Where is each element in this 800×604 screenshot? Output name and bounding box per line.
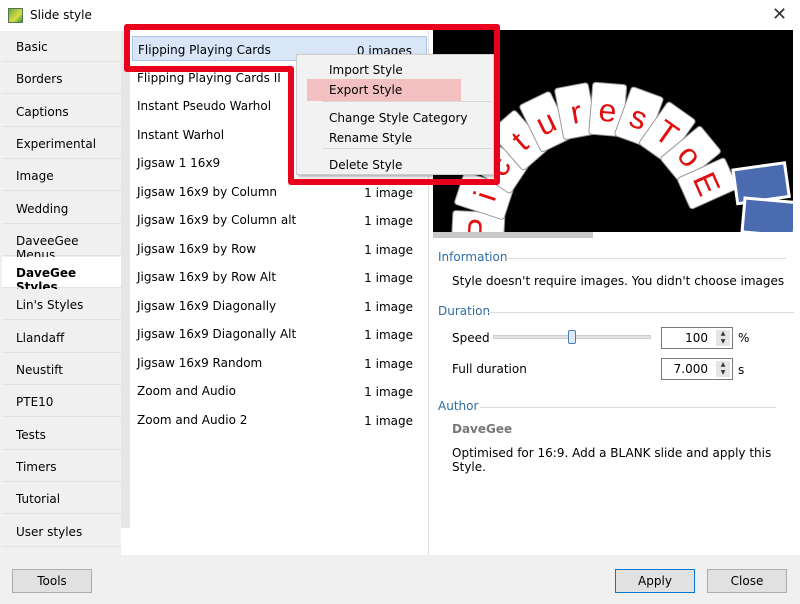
app-icon	[8, 8, 23, 23]
full-duration-stepper[interactable]: 7.000 ▲ ▼	[661, 358, 733, 380]
style-list-item[interactable]: Jigsaw 16x9 Diagonally 1 image	[132, 293, 427, 318]
sidebar-item[interactable]: PTE10	[2, 386, 121, 418]
menu-item[interactable]: Import Style	[307, 59, 483, 81]
context-menu: Import Style Export Style Change Style Cat…	[296, 54, 494, 175]
duration-heading: Duration	[438, 304, 491, 318]
full-duration-unit: s	[738, 363, 745, 377]
full-duration-label: Full duration	[452, 362, 527, 376]
sidebar-item[interactable]: DaveeGee Menus	[2, 224, 121, 262]
style-name: Instant Pseudo Warhol	[137, 99, 272, 113]
category-sidebar: Basic Borders Captions Experimental Image Wed…	[0, 31, 121, 555]
divider	[480, 407, 776, 408]
menu-separator	[323, 148, 491, 149]
preview-scrollbar-thumb[interactable]	[433, 232, 593, 238]
close-icon[interactable]: ✕	[772, 4, 787, 25]
speed-label: Speed	[452, 331, 490, 345]
image-count: 1 image	[364, 185, 413, 200]
style-list-item[interactable]: Jigsaw 16x9 Random 1 image	[132, 350, 427, 375]
sidebar-item[interactable]: Wedding	[2, 192, 121, 224]
image-count: 1 image	[364, 413, 413, 428]
author-text: Optimised for 16:9. Add a BLANK slide an…	[452, 446, 772, 474]
image-count: 1 image	[364, 385, 413, 399]
style-name: Flipping Playing Cards	[138, 43, 271, 57]
image-count: 1 image	[364, 271, 413, 285]
info-text: Style doesn't require images. You didn't…	[452, 274, 785, 288]
image-count: 1 image	[364, 242, 413, 257]
title-bar: Slide style ✕	[0, 0, 800, 31]
full-duration-value: 7.000	[673, 362, 708, 376]
sidebar-divider	[121, 31, 130, 528]
style-list-item[interactable]: Zoom and Audio 1 image	[132, 378, 427, 403]
style-list-item[interactable]: Jigsaw 16x9 by Row Alt 1 image	[132, 264, 427, 289]
image-count: 1 image	[364, 356, 413, 371]
style-name: Jigsaw 16x9 by Row	[137, 241, 257, 256]
sidebar-item[interactable]: Tests	[2, 418, 121, 450]
sidebar-item[interactable]: User styles	[2, 515, 121, 547]
style-list-item[interactable]: Jigsaw 16x9 by Column alt 1 image	[132, 207, 427, 232]
card-deck	[731, 161, 791, 206]
divider	[488, 312, 794, 313]
style-name: Jigsaw 16x9 by Column	[137, 184, 278, 199]
sidebar-item[interactable]: Neustift	[2, 354, 121, 385]
style-list-item[interactable]: Jigsaw 16x9 by Row 1 image	[132, 236, 427, 261]
style-name: Jigsaw 16x9 Diagonally	[137, 298, 277, 313]
speed-slider-thumb[interactable]	[568, 330, 576, 344]
menu-separator	[323, 101, 491, 102]
preview-letter: P	[461, 217, 498, 232]
sidebar-item[interactable]: Borders	[2, 63, 121, 95]
sidebar-item[interactable]: Image	[2, 160, 121, 192]
style-name: Flipping Playing Cards II	[137, 70, 281, 85]
image-count: 1 image	[364, 328, 413, 342]
style-name: Jigsaw 16x9 by Row Alt	[137, 270, 277, 284]
information-heading: Information	[438, 250, 508, 264]
menu-item[interactable]: Export Style	[307, 79, 461, 101]
menu-item[interactable]: Change Style Category	[307, 107, 483, 129]
sidebar-item[interactable]: DaveGee Styles	[2, 257, 121, 294]
preview-letter: e	[597, 92, 618, 129]
speed-unit: %	[738, 331, 750, 345]
sidebar-item[interactable]: Experimental	[2, 127, 121, 159]
style-name: Jigsaw 16x9 Diagonally Alt	[137, 327, 297, 341]
divider	[506, 258, 786, 259]
author-heading: Author	[438, 399, 479, 413]
sidebar-item[interactable]: Tutorial	[2, 483, 121, 515]
card-deck	[740, 196, 793, 232]
sidebar-item[interactable]: Basic	[2, 31, 121, 62]
style-list-item[interactable]: Zoom and Audio 2 1 image	[132, 407, 427, 432]
image-count: 1 image	[364, 299, 413, 314]
speed-value: 100	[685, 331, 708, 345]
spin-arrows-icon[interactable]: ▲ ▼	[716, 361, 730, 377]
sidebar-item[interactable]: Captions	[2, 95, 121, 127]
style-list-item[interactable]: Jigsaw 16x9 Diagonally Alt 1 image	[132, 321, 427, 346]
author-name: DaveGee	[452, 422, 513, 436]
apply-button[interactable]: Apply	[615, 569, 695, 593]
tools-button[interactable]: Tools	[12, 569, 92, 593]
style-name: Zoom and Audio	[137, 384, 236, 398]
speed-stepper[interactable]: 100 ▲ ▼	[661, 327, 733, 349]
menu-item[interactable]: Rename Style	[307, 127, 483, 149]
spin-arrows-icon[interactable]: ▲ ▼	[716, 330, 730, 346]
window-title: Slide style	[30, 8, 92, 22]
sidebar-item[interactable]: Llandaff	[2, 321, 121, 353]
sidebar-item[interactable]: Lin's Styles	[2, 289, 121, 321]
style-name: Instant Warhol	[137, 127, 225, 142]
style-list-item[interactable]: Jigsaw 16x9 by Column 1 image	[132, 179, 427, 204]
close-button[interactable]: Close	[707, 569, 787, 593]
button-bar: Tools Apply Close	[0, 555, 800, 604]
sidebar-item[interactable]: Timers	[2, 450, 121, 482]
style-name: Jigsaw 16x9 by Column alt	[137, 213, 297, 227]
style-name: Jigsaw 1 16x9	[137, 156, 221, 170]
image-count: 1 image	[364, 214, 413, 228]
style-name: Jigsaw 16x9 Random	[137, 355, 263, 370]
style-name: Zoom and Audio 2	[137, 412, 248, 427]
menu-item[interactable]: Delete Style	[307, 154, 483, 176]
